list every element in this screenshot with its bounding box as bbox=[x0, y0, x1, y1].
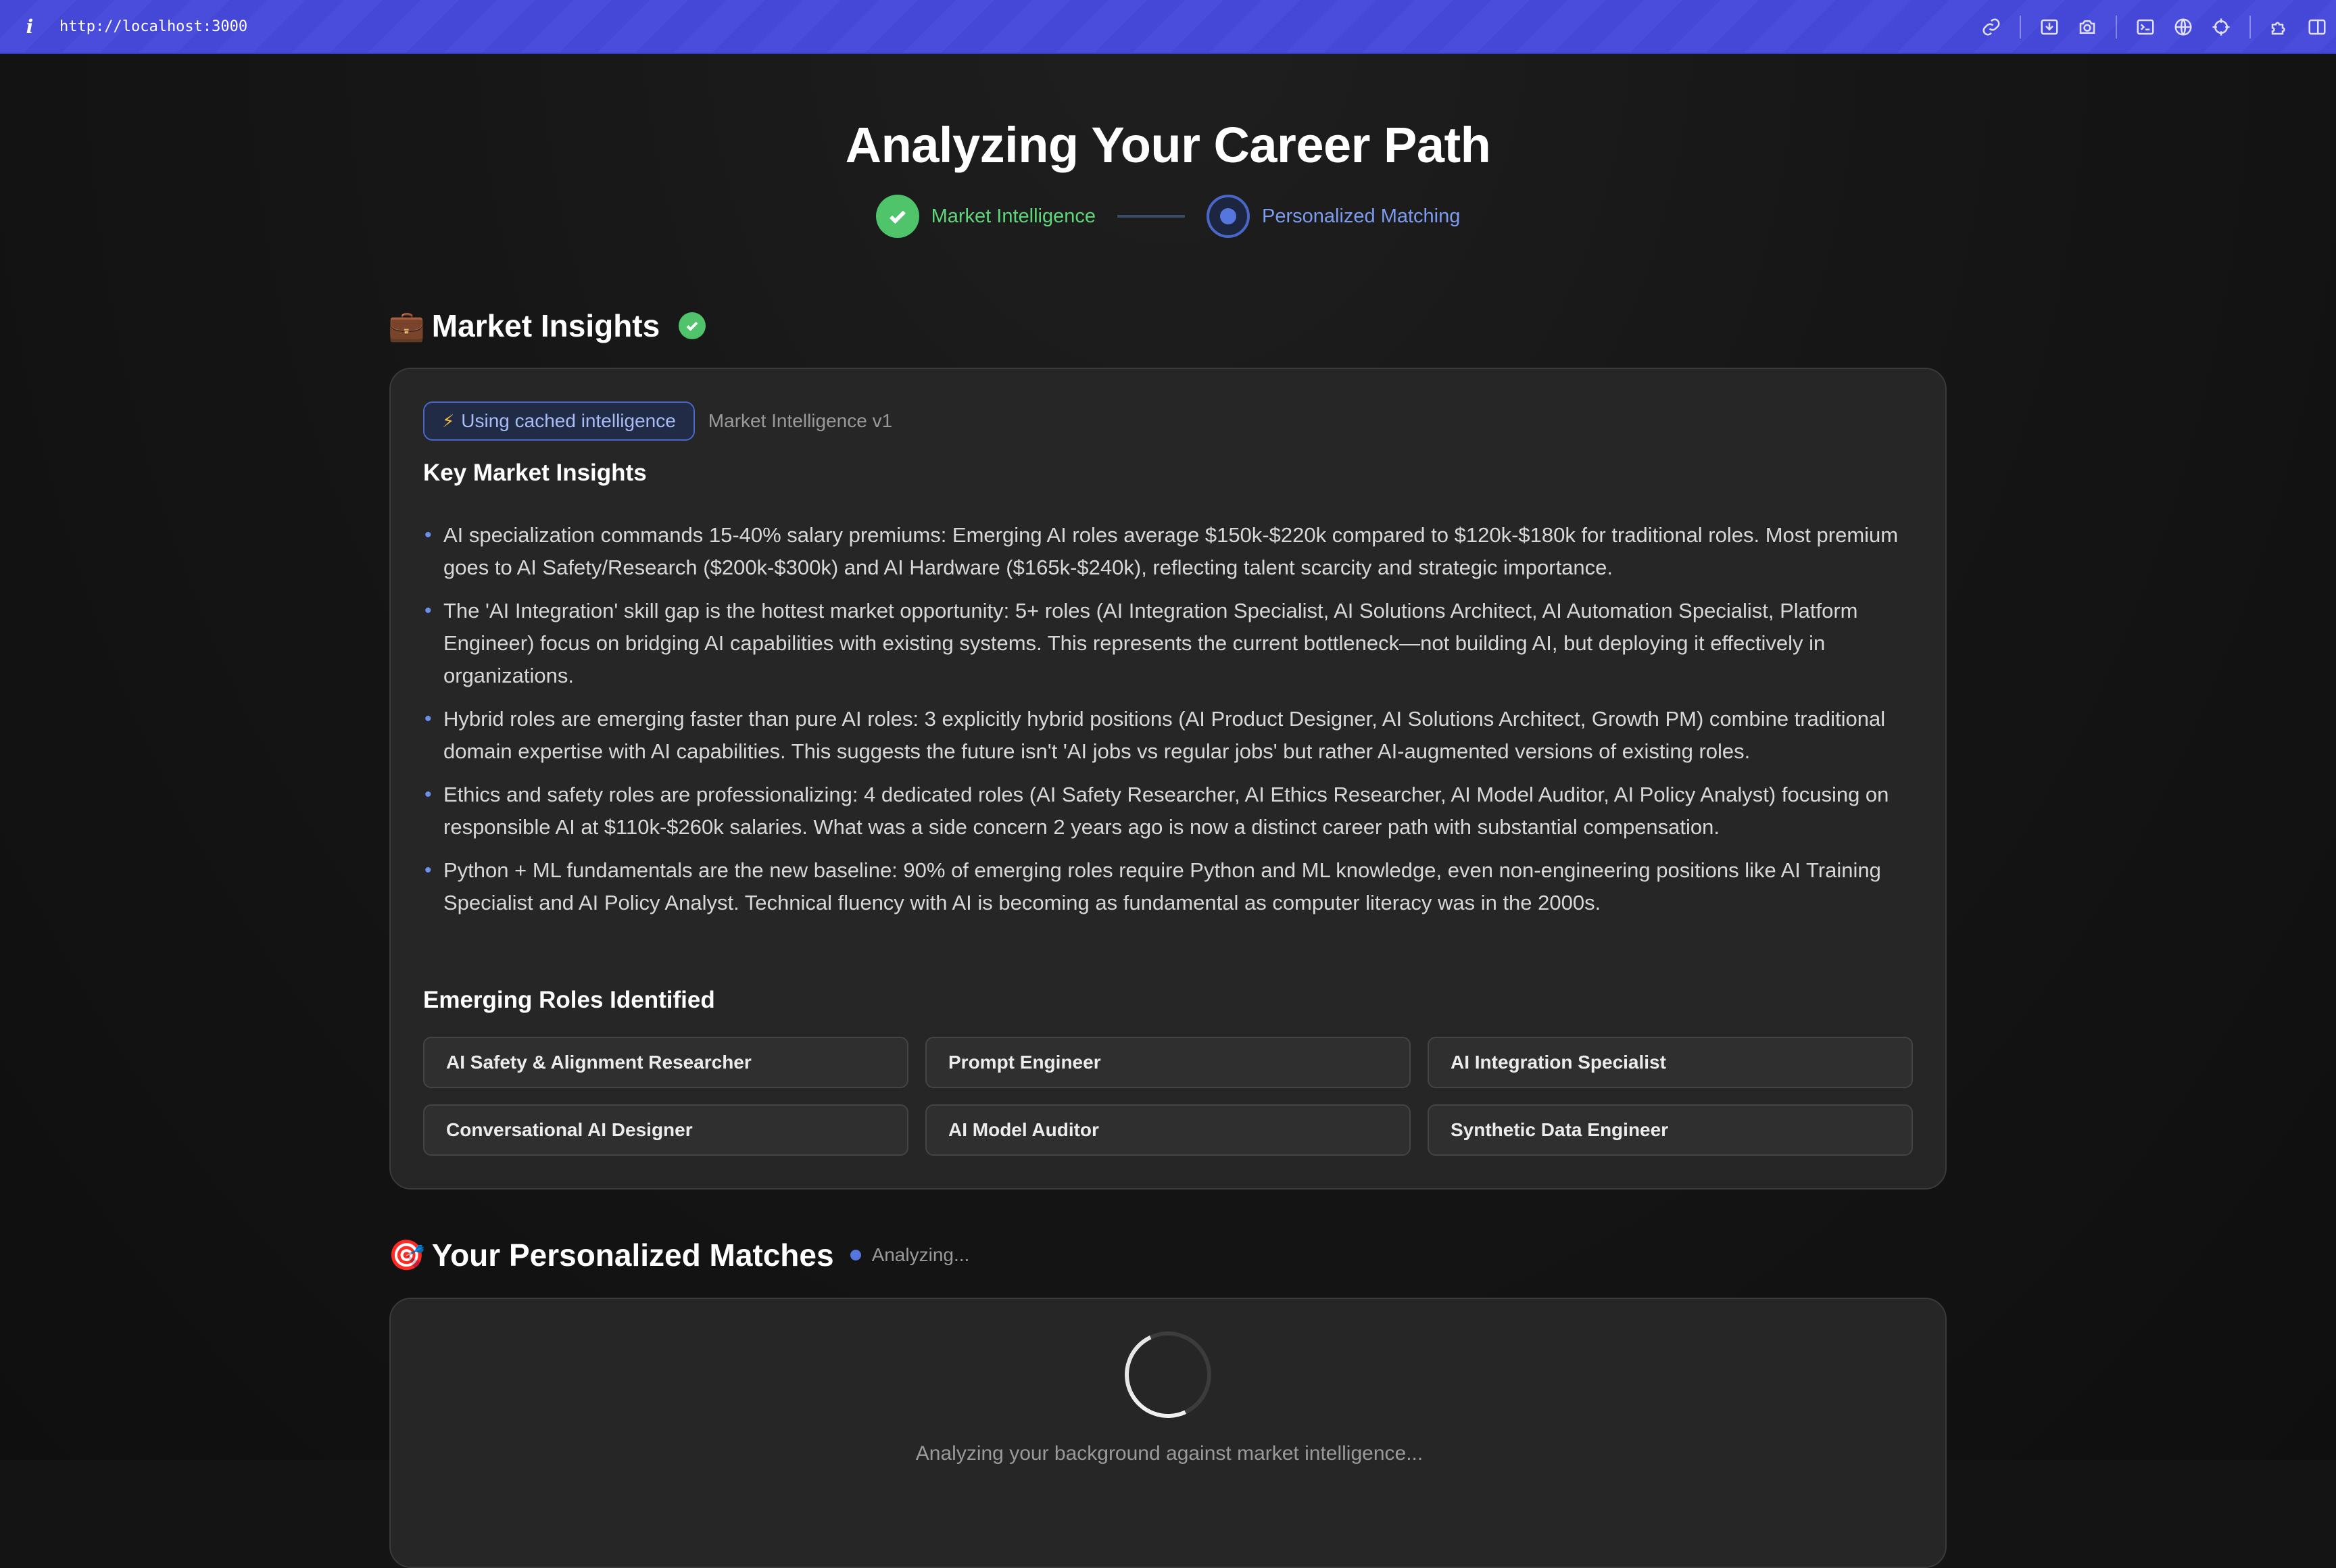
section-title: Your Personalized Matches bbox=[431, 1238, 834, 1273]
list-item: • The 'AI Integration' skill gap is the h… bbox=[423, 595, 1917, 692]
role-card[interactable]: AI Model Auditor bbox=[925, 1104, 1411, 1156]
cache-status-row: ⚡ Using cached intelligence Market Intel… bbox=[423, 401, 892, 441]
insight-text: Hybrid roles are emerging faster than pu… bbox=[443, 707, 1886, 763]
role-card[interactable]: AI Integration Specialist bbox=[1428, 1037, 1913, 1088]
intelligence-version: Market Intelligence v1 bbox=[708, 410, 893, 431]
loading-text: Analyzing your background against market… bbox=[915, 1442, 1424, 1465]
terminal-icon[interactable] bbox=[2126, 0, 2164, 54]
pulse-dot-icon bbox=[850, 1250, 861, 1260]
camera-icon[interactable] bbox=[2068, 0, 2106, 54]
cached-intelligence-badge: ⚡ Using cached intelligence bbox=[423, 401, 695, 441]
bullet-icon: • bbox=[424, 599, 432, 622]
active-step-icon bbox=[1207, 195, 1250, 238]
insight-text: The 'AI Integration' skill gap is the ho… bbox=[443, 599, 1858, 687]
analyzing-status: Analyzing... bbox=[850, 1244, 970, 1266]
toolbar-divider bbox=[2020, 16, 2021, 39]
globe-icon[interactable] bbox=[2164, 0, 2202, 54]
progress-steps: Market Intelligence Personalized Matchin… bbox=[0, 195, 2336, 238]
market-insights-header: 💼 Market Insights bbox=[388, 305, 706, 346]
personalized-matches-header: 🎯 Your Personalized Matches Analyzing... bbox=[388, 1235, 969, 1275]
url-display[interactable]: http://localhost:3000 bbox=[59, 18, 247, 35]
role-card[interactable]: Prompt Engineer bbox=[925, 1037, 1411, 1088]
toolbar-actions bbox=[1972, 0, 2336, 54]
step-connector bbox=[1117, 215, 1185, 218]
status-text: Analyzing... bbox=[871, 1244, 970, 1265]
cached-intelligence-label: Using cached intelligence bbox=[461, 410, 676, 431]
list-item: • Ethics and safety roles are professiona… bbox=[423, 779, 1917, 843]
section-title: Market Insights bbox=[431, 308, 660, 343]
check-circle-icon bbox=[679, 312, 706, 339]
page-title: Analyzing Your Career Path bbox=[845, 117, 1491, 173]
bullet-icon: • bbox=[424, 783, 432, 806]
crosshair-icon[interactable] bbox=[2202, 0, 2240, 54]
insight-text: Python + ML fundamentals are the new bas… bbox=[443, 858, 1881, 914]
toolbar-divider bbox=[2116, 16, 2117, 39]
role-card[interactable]: Conversational AI Designer bbox=[423, 1104, 908, 1156]
insight-text: Ethics and safety roles are professional… bbox=[443, 783, 1889, 839]
toolbar-divider bbox=[2249, 16, 2251, 39]
loading-spinner-icon bbox=[1112, 1319, 1224, 1431]
list-item: • Hybrid roles are emerging faster than p… bbox=[423, 703, 1917, 768]
check-icon bbox=[875, 195, 919, 238]
bullet-icon: • bbox=[424, 708, 432, 730]
market-insights-card: ⚡ Using cached intelligence Market Intel… bbox=[389, 368, 1947, 1190]
emerging-roles-heading: Emerging Roles Identified bbox=[423, 987, 715, 1013]
insight-text: AI specialization commands 15-40% salary… bbox=[443, 523, 1899, 579]
download-icon[interactable] bbox=[2030, 0, 2068, 54]
briefcase-icon: 💼 bbox=[388, 310, 425, 343]
insights-list: • AI specialization commands 15-40% salar… bbox=[423, 519, 1917, 930]
step-market-intelligence: Market Intelligence bbox=[875, 195, 1096, 238]
bullet-icon: • bbox=[424, 524, 432, 546]
extension-icon[interactable] bbox=[2260, 0, 2298, 54]
role-card[interactable]: AI Safety & Alignment Researcher bbox=[423, 1037, 908, 1088]
target-icon: 🎯 bbox=[388, 1239, 425, 1272]
list-item: • AI specialization commands 15-40% salar… bbox=[423, 519, 1917, 584]
step-label: Market Intelligence bbox=[931, 205, 1096, 227]
browser-toolbar: i http://localhost:3000 bbox=[0, 0, 2336, 54]
bullet-icon: • bbox=[424, 859, 432, 881]
step-label: Personalized Matching bbox=[1262, 205, 1461, 227]
link-icon[interactable] bbox=[1972, 0, 2010, 54]
personalized-matches-card: Analyzing your background against market… bbox=[389, 1298, 1947, 1568]
sidebar-icon[interactable] bbox=[2298, 0, 2336, 54]
key-insights-heading: Key Market Insights bbox=[423, 460, 647, 486]
lightning-icon: ⚡ bbox=[442, 410, 455, 431]
info-icon[interactable]: i bbox=[0, 16, 59, 38]
role-card[interactable]: Synthetic Data Engineer bbox=[1428, 1104, 1913, 1156]
step-personalized-matching: Personalized Matching bbox=[1207, 195, 1460, 238]
emerging-roles-grid: AI Safety & Alignment Researcher Prompt … bbox=[423, 1037, 1913, 1156]
list-item: • Python + ML fundamentals are the new ba… bbox=[423, 854, 1917, 919]
